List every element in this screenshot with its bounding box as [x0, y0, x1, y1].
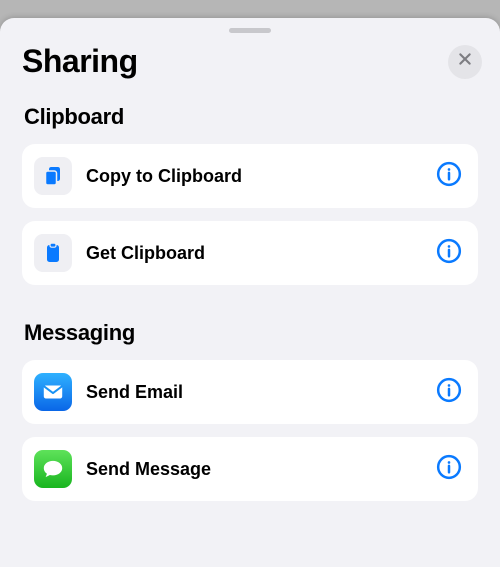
info-button[interactable] [434, 454, 464, 484]
info-button[interactable] [434, 377, 464, 407]
mail-icon [34, 373, 72, 411]
info-icon [436, 454, 462, 485]
clipboard-icon [34, 234, 72, 272]
info-button[interactable] [434, 238, 464, 268]
close-icon [457, 51, 473, 72]
sheet-header: Sharing [0, 39, 500, 94]
info-icon [436, 238, 462, 269]
sheet-grabber[interactable] [229, 28, 271, 33]
close-button[interactable] [448, 45, 482, 79]
action-get-clipboard[interactable]: Get Clipboard [22, 221, 478, 285]
sharing-sheet: Sharing Clipboard Copy to Clipboard [0, 18, 500, 567]
copy-to-clipboard-icon [34, 157, 72, 195]
section-clipboard: Clipboard Copy to Clipboard [0, 104, 500, 310]
sheet-title: Sharing [22, 43, 138, 80]
info-button[interactable] [434, 161, 464, 191]
action-label: Send Message [86, 459, 434, 480]
info-icon [436, 377, 462, 408]
action-label: Send Email [86, 382, 434, 403]
action-send-email[interactable]: Send Email [22, 360, 478, 424]
action-copy-to-clipboard[interactable]: Copy to Clipboard [22, 144, 478, 208]
action-label: Get Clipboard [86, 243, 434, 264]
message-icon [34, 450, 72, 488]
action-send-message[interactable]: Send Message [22, 437, 478, 501]
section-title: Clipboard [24, 104, 478, 130]
section-title: Messaging [24, 320, 478, 346]
section-messaging: Messaging Send Email [0, 320, 500, 526]
action-label: Copy to Clipboard [86, 166, 434, 187]
info-icon [436, 161, 462, 192]
